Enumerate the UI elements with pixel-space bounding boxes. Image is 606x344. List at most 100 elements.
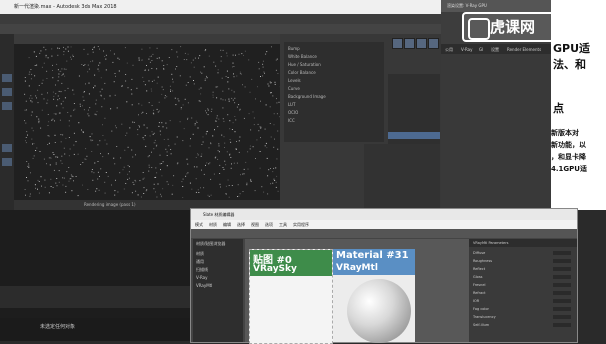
layer-item[interactable]: Curve: [288, 86, 300, 91]
tool-button[interactable]: [2, 88, 12, 96]
material-browser: 材质/贴图浏览器 材质 通用 扫描线 V-Ray VRayMtl: [193, 239, 243, 342]
vfb-button[interactable]: [404, 38, 415, 49]
param-value[interactable]: [553, 291, 571, 295]
slide-line: 法、和: [553, 56, 586, 72]
render-noise-image: [24, 46, 284, 198]
param-label: Refract: [473, 291, 486, 295]
browser-title: 材质/贴图浏览器: [196, 241, 225, 247]
menu-select[interactable]: 选择: [237, 222, 245, 228]
param-value[interactable]: [553, 259, 571, 263]
tab-common[interactable]: 公用: [445, 47, 453, 53]
status-bar: 未选定任何对象: [0, 318, 190, 341]
param-label: Fresnel: [473, 283, 485, 287]
menu-options[interactable]: 选项: [265, 222, 273, 228]
logo-icon: [468, 18, 490, 40]
param-value[interactable]: [553, 323, 571, 327]
material-node[interactable]: Material #31 VRayMtl: [333, 249, 415, 342]
param-label: Self-illum: [473, 323, 489, 327]
vfb-button[interactable]: [416, 38, 427, 49]
vray-frame-buffer: Rendering image (pass 1): [14, 34, 280, 210]
slide-line: 新功能，以: [551, 140, 586, 150]
menu-mode[interactable]: 模式: [195, 222, 203, 228]
watermark-logo: 虎课网: [462, 12, 570, 42]
layer-parameters: [364, 144, 440, 210]
timeline[interactable]: [0, 286, 190, 308]
menu-view[interactable]: 视图: [251, 222, 259, 228]
slate-titlebar: Slate 材质编辑器: [191, 209, 577, 220]
slate-title: Slate 材质编辑器: [203, 212, 234, 218]
browser-item[interactable]: VRayMtl: [196, 283, 212, 288]
slide-line: GPU适: [553, 40, 590, 56]
tab-render-elements[interactable]: Render Elements: [507, 47, 541, 52]
map-node-header: 贴图 #0 VRaySky: [250, 250, 332, 276]
layer-list: Bump White Balance Hue / Saturation Colo…: [284, 42, 384, 142]
material-node-header: Material #31 VRayMtl: [333, 249, 415, 275]
param-value[interactable]: [553, 251, 571, 255]
material-node-title: Material #31: [336, 250, 409, 261]
layer-item[interactable]: Levels: [288, 78, 301, 83]
vfb-button[interactable]: [392, 38, 403, 49]
param-label: Translucency: [473, 315, 496, 319]
tool-button[interactable]: [2, 102, 12, 110]
layer-item[interactable]: ICC: [288, 118, 295, 123]
node-view[interactable]: 贴图 #0 VRaySky Material #31 VRayMtl: [245, 239, 469, 342]
param-label: Diffuse: [473, 251, 485, 255]
vfb-button[interactable]: [428, 38, 439, 49]
tool-button[interactable]: [2, 158, 12, 166]
param-label: Reflect: [473, 267, 485, 271]
slate-toolbar: [191, 229, 577, 238]
material-preview-sphere: [347, 279, 411, 343]
render-settings-title: 渲染设置: V-Ray GPU: [447, 3, 487, 9]
parameter-editor: VRayMtl Parameters Diffuse Roughness Ref…: [469, 239, 577, 342]
map-node-type: VRaySky: [253, 264, 297, 274]
selected-layer[interactable]: [388, 132, 440, 139]
status-text: 未选定任何对象: [40, 323, 75, 330]
layer-item[interactable]: Color Balance: [288, 70, 316, 75]
browser-item[interactable]: 扫描线: [196, 267, 208, 273]
param-header: VRayMtl Parameters: [473, 241, 508, 245]
parameter-editor-header: VRayMtl Parameters: [469, 239, 577, 247]
param-value[interactable]: [553, 299, 571, 303]
layer-item[interactable]: Bump: [288, 46, 300, 51]
param-value[interactable]: [553, 275, 571, 279]
slide-line: 4.1GPU适: [551, 164, 587, 174]
layer-item[interactable]: OCIO: [288, 110, 298, 115]
layer-item[interactable]: Hue / Saturation: [288, 62, 321, 67]
param-value[interactable]: [553, 315, 571, 319]
param-value[interactable]: [553, 283, 571, 287]
tool-button[interactable]: [2, 74, 12, 82]
material-node-type: VRayMtl: [336, 263, 378, 273]
max-titlebar: 新一代渲染.max - Autodesk 3ds Max 2018: [0, 0, 441, 14]
browser-item[interactable]: V-Ray: [196, 275, 207, 280]
vfb-status-text: Rendering image (pass 1): [84, 202, 136, 207]
param-value[interactable]: [553, 307, 571, 311]
param-label: Roughness: [473, 259, 492, 263]
slide-line: 新版本对: [551, 128, 579, 138]
max-title: 新一代渲染.max - Autodesk 3ds Max 2018: [14, 3, 117, 10]
tool-button[interactable]: [2, 144, 12, 152]
slate-material-editor: Slate 材质编辑器 模式 材质 编辑 选择 视图 选项 工具 实用程序 材质…: [190, 208, 578, 343]
max-menubar: [0, 14, 441, 24]
render-settings-tabs: 公用 V-Ray GI 设置 Render Elements: [441, 44, 551, 54]
param-label: Fog color: [473, 307, 489, 311]
render-settings-body: [441, 54, 551, 210]
vfb-side-panel: Bump White Balance Hue / Saturation Colo…: [280, 34, 441, 210]
tab-gi[interactable]: GI: [479, 47, 483, 52]
layer-item[interactable]: LUT: [288, 102, 295, 107]
browser-item[interactable]: 通用: [196, 259, 204, 265]
layer-item[interactable]: Background Image: [288, 94, 326, 99]
tab-settings[interactable]: 设置: [491, 47, 499, 53]
render-settings-titlebar: 渲染设置: V-Ray GPU: [441, 0, 551, 12]
param-label: Gloss: [473, 275, 482, 279]
browser-item[interactable]: 材质: [196, 251, 204, 257]
menu-edit[interactable]: 编辑: [223, 222, 231, 228]
param-value[interactable]: [553, 267, 571, 271]
layer-item[interactable]: White Balance: [288, 54, 317, 59]
slide-line: 点: [553, 100, 564, 116]
map-node[interactable]: 贴图 #0 VRaySky: [249, 249, 333, 344]
menu-utilities[interactable]: 实用程序: [293, 222, 309, 228]
slide-line: ，和显卡降: [551, 152, 586, 162]
tab-vray[interactable]: V-Ray: [461, 47, 472, 52]
menu-tools[interactable]: 工具: [279, 222, 287, 228]
menu-material[interactable]: 材质: [209, 222, 217, 228]
